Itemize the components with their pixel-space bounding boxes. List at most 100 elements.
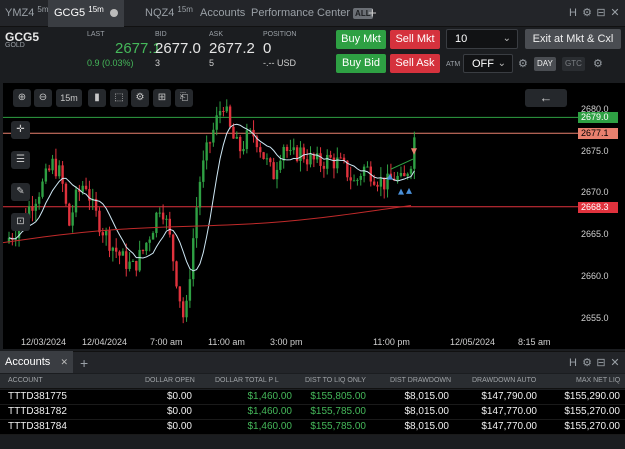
table-row[interactable]: TTTD381784 $0.00 $1,460.00 $155,785.00 $8,01… [0, 420, 625, 435]
candle-body [225, 106, 228, 112]
candle-body [302, 147, 305, 160]
candle-body [403, 173, 406, 177]
candle-body [131, 260, 135, 262]
buy-bid-button[interactable]: Buy Bid [336, 54, 386, 73]
table-cell: $1,460.00 [247, 406, 293, 417]
sell-ask-button[interactable]: Sell Ask [390, 54, 440, 73]
column-header[interactable]: DOLLAR TOTAL P L [215, 377, 279, 384]
column-header[interactable]: DIST DRAWDOWN [390, 377, 451, 384]
gear-icon[interactable]: ⚙ [580, 352, 594, 374]
back-button[interactable]: ← [525, 89, 567, 107]
tab-accounts-panel[interactable]: Accounts ✕ [0, 351, 73, 373]
candle-body [71, 212, 74, 226]
chart-settings-icon[interactable]: ⚙ [131, 89, 149, 107]
trade-link-line [390, 158, 414, 170]
close-icon[interactable]: ✕ [608, 352, 622, 374]
column-header[interactable]: DIST TO LIQ ONLY [305, 377, 366, 384]
position-pnl: -.-- USD [263, 58, 296, 68]
table-cell: $155,785.00 [310, 421, 366, 432]
exit-at-mkt-button[interactable]: Exit at Mkt & Cxl [525, 29, 621, 49]
sell-mkt-button[interactable]: Sell Mkt [390, 30, 440, 49]
tif-day-toggle[interactable]: DAY [534, 57, 556, 71]
zoom-in-icon[interactable]: ⊕ [13, 89, 31, 107]
chevron-down-icon: ⌄ [502, 33, 511, 44]
candle-body [299, 147, 302, 162]
window-icon[interactable]: ⊟ [594, 352, 608, 374]
draw-tool-icon[interactable]: ✎ [11, 183, 30, 201]
h-icon[interactable]: H [566, 352, 580, 374]
candle-body [349, 177, 352, 181]
lock-icon[interactable]: ⊡ [11, 213, 30, 231]
candle-body [262, 152, 265, 159]
gear-icon[interactable]: ⚙ [580, 0, 594, 27]
indicators-icon[interactable]: ⊞ [153, 89, 171, 107]
candle-body [215, 115, 218, 130]
candle-body [359, 175, 362, 180]
window-icon[interactable]: ⊟ [594, 0, 608, 27]
h-icon[interactable]: H [566, 0, 580, 27]
price-tag-high: 2679.0 [578, 112, 618, 123]
close-icon[interactable]: ✕ [608, 0, 622, 27]
candle-body [339, 157, 342, 159]
position-value: 0 [263, 40, 272, 57]
atm-settings-icon[interactable]: ⚙ [518, 57, 528, 70]
candle-body [44, 168, 48, 182]
tif-gtc-toggle[interactable]: GTC [562, 57, 585, 71]
price-chart[interactable] [2, 83, 579, 349]
candle-body [198, 181, 202, 208]
close-icon[interactable]: ✕ [60, 351, 68, 373]
quantity-select[interactable]: 10 ⌄ [446, 29, 518, 49]
select-box-icon[interactable]: ⬚ [110, 89, 128, 107]
add-panel-button[interactable]: + [80, 352, 88, 374]
table-cell: $147,770.00 [481, 406, 537, 417]
tab-ymz4[interactable]: YMZ4 5m [5, 0, 49, 27]
accounts-table: ACCOUNT DOLLAR OPEN DOLLAR TOTAL P L DIS… [0, 374, 625, 449]
tab-nqz4[interactable]: NQZ4 15m [145, 0, 193, 27]
tab-performance-center[interactable]: Performance Center ALL [251, 0, 373, 27]
close-dot-icon[interactable] [109, 9, 118, 18]
candle-body [158, 212, 161, 214]
candle-body [61, 165, 64, 184]
x-tick: 12/05/2024 [450, 337, 496, 347]
order-settings-icon[interactable]: ⚙ [593, 57, 603, 70]
column-header[interactable]: MAX NET LIQ [576, 377, 620, 384]
table-row[interactable]: TTTD381782 $0.00 $1,460.00 $155,785.00 $8,01… [0, 405, 625, 420]
candle-body [68, 203, 71, 226]
chart-area[interactable] [2, 83, 579, 349]
column-header[interactable]: ACCOUNT [8, 377, 43, 384]
candle-body [285, 146, 289, 152]
atm-select[interactable]: OFF ⌄ [463, 54, 513, 73]
notes-icon[interactable]: ☰ [11, 151, 30, 169]
candle-body [386, 173, 389, 190]
tab-accounts[interactable]: Accounts [200, 0, 245, 27]
column-header[interactable]: DRAWDOWN AUTO [472, 377, 536, 384]
candle-body [232, 126, 235, 139]
candle-body [101, 232, 104, 236]
candle-body [305, 159, 309, 165]
candle-body [245, 130, 249, 150]
candle-body [399, 173, 403, 176]
candle-body [409, 168, 413, 174]
candle-body [111, 247, 115, 251]
candle-body [155, 212, 158, 234]
timeframe-button[interactable]: 15m [56, 89, 82, 107]
table-cell: $147,790.00 [481, 391, 537, 402]
table-cell: $147,770.00 [481, 421, 537, 432]
table-cell: $1,460.00 [247, 421, 293, 432]
candle-body [322, 165, 326, 169]
buy-mkt-button[interactable]: Buy Mkt [336, 30, 386, 49]
candle-body [309, 153, 312, 165]
candle-body [121, 251, 125, 256]
tab-gcg5[interactable]: GCG5 15m [48, 0, 124, 27]
add-tab-button[interactable]: + [368, 0, 377, 27]
zoom-out-icon[interactable]: ⊖ [34, 89, 52, 107]
candles-icon[interactable]: ▮ [88, 89, 106, 107]
candle-body [259, 147, 262, 153]
table-cell: $8,015.00 [404, 406, 450, 417]
candle-body [396, 175, 399, 181]
candle-body [171, 234, 175, 262]
crosshair-icon[interactable]: ✛ [11, 121, 30, 139]
table-row[interactable]: TTTD381775 $0.00 $1,460.00 $155,805.00 $8,01… [0, 390, 625, 405]
column-header[interactable]: DOLLAR OPEN [145, 377, 195, 384]
templates-icon[interactable]: ⎗ [175, 89, 193, 107]
